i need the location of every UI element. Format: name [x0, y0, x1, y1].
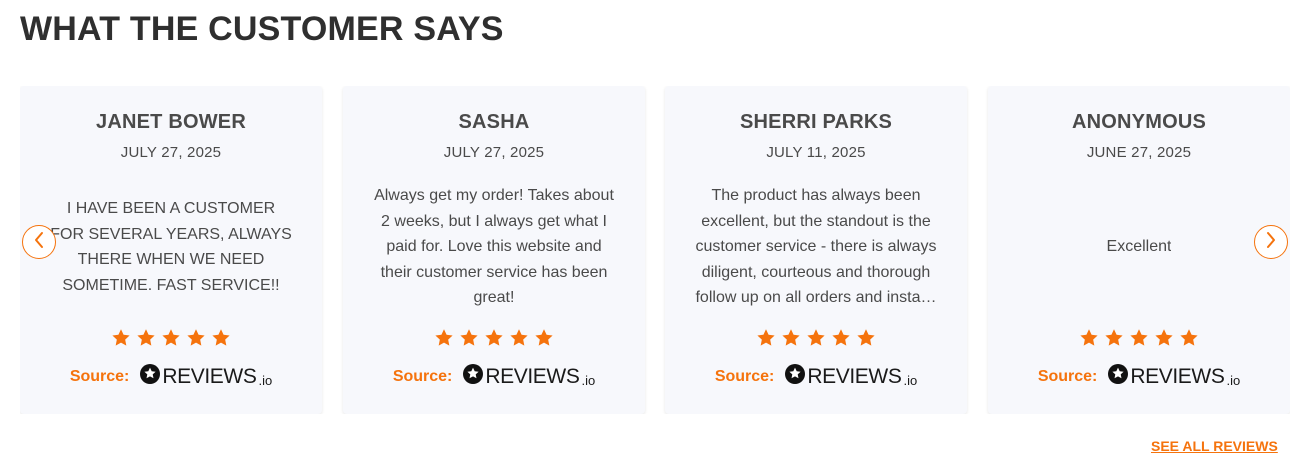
star-icon	[211, 328, 231, 348]
source-suffix: .io	[1226, 372, 1241, 388]
review-source: Source: REVIEWS .io	[988, 364, 1290, 389]
reviews-io-star-icon	[140, 364, 161, 389]
star-icon	[161, 328, 181, 348]
star-icon	[111, 328, 131, 348]
star-icon	[136, 328, 156, 348]
star-icon	[434, 328, 454, 348]
chevron-right-icon	[1264, 231, 1278, 254]
review-date: JULY 27, 2025	[443, 144, 545, 161]
review-text: Always get my order! Takes about 2 weeks…	[374, 187, 614, 307]
review-card: SASHA JULY 27, 2025 Always get my order!…	[343, 86, 645, 414]
star-icon	[509, 328, 529, 348]
star-rating	[665, 328, 967, 348]
reviewer-name: JANET BOWER	[96, 111, 246, 133]
star-icon	[856, 328, 876, 348]
source-name: REVIEWS	[1130, 364, 1225, 388]
reviewer-name: SASHA	[458, 111, 530, 133]
star-rating	[343, 328, 645, 348]
star-icon	[534, 328, 554, 348]
reviews-io-star-icon	[1108, 364, 1129, 389]
section-title: WHAT THE CUSTOMER SAYS	[20, 10, 504, 48]
review-text: Excellent	[1106, 238, 1172, 256]
star-icon	[831, 328, 851, 348]
reviews-io-logo[interactable]: REVIEWS .io	[785, 364, 917, 389]
review-source: Source: REVIEWS .io	[20, 364, 322, 389]
star-icon	[806, 328, 826, 348]
source-label: Source:	[392, 367, 453, 385]
source-label: Source:	[1037, 367, 1098, 385]
source-suffix: .io	[581, 372, 596, 388]
see-all-reviews-link[interactable]: SEE ALL REVIEWS	[1151, 438, 1278, 454]
review-text: The product has always been excellent, b…	[695, 187, 937, 307]
source-label: Source:	[69, 367, 130, 385]
source-name: REVIEWS	[162, 364, 257, 388]
source-suffix: .io	[903, 372, 918, 388]
star-rating	[988, 328, 1290, 348]
review-card: SHERRI PARKS JULY 11, 2025 The product h…	[665, 86, 967, 414]
reviews-io-star-icon	[463, 364, 484, 389]
star-rating	[20, 328, 322, 348]
star-icon	[459, 328, 479, 348]
star-icon	[1129, 328, 1149, 348]
star-icon	[1179, 328, 1199, 348]
reviews-io-logo[interactable]: REVIEWS .io	[140, 364, 272, 389]
review-card: ANONYMOUS JUNE 27, 2025 Excellent Source…	[988, 86, 1290, 414]
review-source: Source: REVIEWS .io	[343, 364, 645, 389]
star-icon	[1154, 328, 1174, 348]
star-icon	[484, 328, 504, 348]
reviews-io-logo[interactable]: REVIEWS .io	[463, 364, 595, 389]
customer-reviews-section: WHAT THE CUSTOMER SAYS JANET BOWER JULY …	[0, 0, 1310, 468]
review-date: JUNE 27, 2025	[1086, 144, 1192, 161]
carousel-next-button[interactable]	[1254, 225, 1288, 259]
reviews-carousel: JANET BOWER JULY 27, 2025 I HAVE BEEN A …	[20, 86, 1290, 414]
review-text: I HAVE BEEN A CUSTOMER FOR SEVERAL YEARS…	[50, 200, 292, 294]
review-date: JULY 27, 2025	[120, 144, 222, 161]
star-icon	[756, 328, 776, 348]
review-body: Always get my order! Takes about 2 weeks…	[373, 182, 615, 312]
chevron-left-icon	[32, 231, 46, 254]
review-body: The product has always been excellent, b…	[695, 182, 937, 312]
star-icon	[1104, 328, 1124, 348]
reviews-io-logo[interactable]: REVIEWS .io	[1108, 364, 1240, 389]
review-body: Excellent	[1018, 182, 1260, 312]
review-source: Source: REVIEWS .io	[665, 364, 967, 389]
review-date: JULY 11, 2025	[766, 144, 866, 161]
source-name: REVIEWS	[807, 364, 902, 388]
source-name: REVIEWS	[485, 364, 580, 388]
source-suffix: .io	[258, 372, 273, 388]
review-body: I HAVE BEEN A CUSTOMER FOR SEVERAL YEARS…	[50, 182, 292, 312]
carousel-prev-button[interactable]	[22, 225, 56, 259]
star-icon	[1079, 328, 1099, 348]
reviewer-name: ANONYMOUS	[1071, 111, 1207, 133]
reviews-io-star-icon	[785, 364, 806, 389]
reviewer-name: SHERRI PARKS	[739, 111, 893, 133]
source-label: Source:	[714, 367, 775, 385]
review-card: JANET BOWER JULY 27, 2025 I HAVE BEEN A …	[20, 86, 322, 414]
star-icon	[186, 328, 206, 348]
star-icon	[781, 328, 801, 348]
